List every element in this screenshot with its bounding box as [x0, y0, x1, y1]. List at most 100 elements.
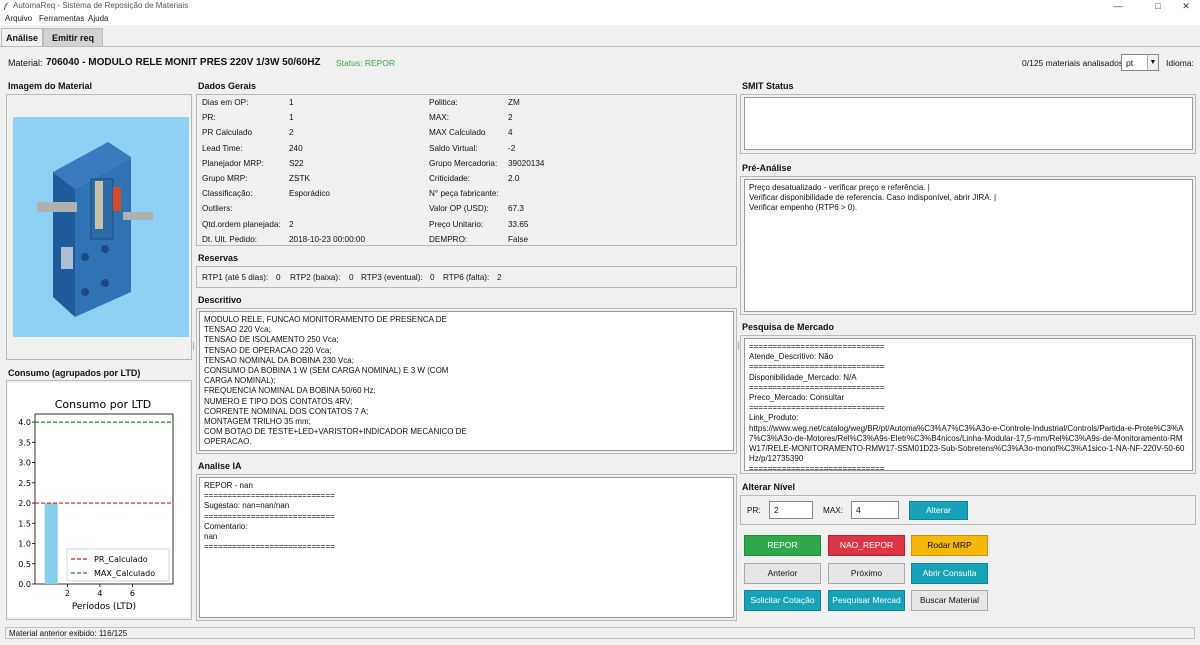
menu-ferramentas[interactable]: Ferramentas	[39, 14, 84, 23]
nao-repor-button[interactable]: NAO_REPOR	[828, 535, 905, 556]
proximo-button[interactable]: Próximo	[828, 563, 905, 584]
maximize-icon[interactable]: □	[1144, 0, 1172, 13]
solicitar-cotacao-button[interactable]: Solicitar Cotação	[744, 590, 821, 611]
ai-section-title: Analise IA	[198, 461, 242, 471]
gen-left-label-6: Classificação:	[202, 189, 253, 199]
gen-left-value-0: 1	[289, 98, 294, 107]
alter-button[interactable]: Alterar	[909, 501, 968, 520]
gen-left-value-5: ZSTK	[289, 174, 310, 183]
image-section-title: Imagem do Material	[8, 81, 93, 91]
chart-xtick-label-1: 4	[97, 589, 102, 598]
pre-analysis-text[interactable]: Preço desatualizado - verificar preço e …	[744, 179, 1193, 312]
gen-left-value-6: Esporádico	[289, 189, 330, 199]
consumption-chart: Consumo por LTD 0.0 0.5 1.0 1.5 2.0 2.5 3.0 3.5…	[8, 383, 190, 617]
gen-right-value-9: False	[508, 234, 529, 244]
gen-left-label-3: Lead Time:	[202, 143, 243, 153]
gen-left-label-2: PR Calculado	[202, 128, 253, 138]
chart-title: Consumo por LTD	[55, 398, 152, 411]
gen-right-label-3: Saldo Virtual:	[429, 143, 478, 153]
gen-right-label-7: Valor OP (USD):	[429, 204, 489, 214]
chart-xtick-label-0: 2	[65, 589, 70, 598]
abrir-consulta-button[interactable]: Abrir Consulta	[911, 563, 988, 584]
relay-module-image	[13, 117, 189, 337]
tab-emitir-req[interactable]: Emitir req	[43, 28, 103, 47]
smit-status-text[interactable]	[744, 97, 1193, 150]
pr-label: PR:	[747, 506, 761, 515]
repor-button[interactable]: REPOR	[744, 535, 821, 556]
menu-arquivo[interactable]: Arquivo	[5, 14, 32, 23]
gen-right-value-8: 33.65	[508, 219, 529, 229]
gen-left-label-0: Dias em OP:	[202, 98, 249, 107]
reserve-rtp3-label: RTP3 (eventual):	[361, 273, 423, 282]
consumption-section-title: Consumo (agrupados por LTD)	[8, 368, 141, 378]
gen-right-value-5: 2.0	[508, 174, 520, 183]
gen-right-label-4: Grupo Mercadoria:	[429, 158, 498, 168]
chevron-down-icon[interactable]: ▼	[1147, 55, 1158, 70]
gen-right-value-7: 67.3	[508, 204, 524, 214]
reserve-rtp1-label: RTP1 (até 5 dias):	[202, 273, 269, 282]
level-frame: PR: 2 MAX: 4 Alterar	[740, 495, 1196, 525]
chart-ytick-label-5: 2.5	[18, 479, 31, 488]
market-research-text[interactable]: ============================= Atende_Des…	[744, 338, 1193, 471]
gen-right-label-6: N° peça fabricante:	[429, 189, 499, 199]
consumption-chart-svg: Consumo por LTD 0.0 0.5 1.0 1.5 2.0 2.5 3.0 3.5…	[18, 398, 174, 612]
chart-ytick-label-4: 2.0	[18, 499, 31, 508]
gen-left-label-9: Dt. Ult. Pedido:	[202, 234, 258, 244]
max-label: MAX:	[823, 506, 844, 515]
pr-input[interactable]: 2	[769, 501, 813, 519]
rodar-mrp-button[interactable]: Rodar MRP	[911, 535, 988, 556]
chart-xtick-label-2: 6	[130, 589, 135, 598]
description-section-title: Descritivo	[198, 295, 242, 305]
gen-left-label-8: Qtd.ordem planejada:	[202, 219, 281, 229]
legend-max-label: MAX_Calculado	[94, 569, 155, 578]
gen-right-value-1: 2	[508, 113, 513, 123]
close-icon[interactable]: ✕	[1172, 0, 1200, 13]
level-section-title: Alterar Nível	[742, 482, 796, 492]
chart-ytick-label-6: 3.0	[18, 459, 31, 468]
pre-analysis-section-title: Pré-Análise	[742, 163, 792, 173]
ai-analysis-text[interactable]: REPOR - nan ============================…	[199, 477, 734, 618]
market-section-title: Pesquisa de Mercado	[742, 322, 835, 332]
general-data-frame: Dias em OP: 1 PR: 1 PR Calculado 2 Lead Time: 2…	[196, 94, 737, 246]
chart-ytick-label-0: 0.0	[18, 580, 31, 589]
description-text[interactable]: MODULO RELE, FUNCAO MONITORAMENTO DE PRE…	[199, 311, 734, 451]
reserve-rtp1-value: 0	[276, 273, 281, 282]
tab-divider	[0, 46, 1200, 47]
pesquisar-mercado-button[interactable]: Pesquisar Mercad	[828, 590, 905, 611]
gen-left-value-4: S22	[289, 158, 304, 168]
gen-left-value-1: 1	[289, 113, 294, 123]
gen-right-value-4: 39020134	[508, 158, 545, 168]
gen-right-label-5: Criticidade:	[429, 174, 470, 183]
progress-counter: 0/125 materiais analisados	[1022, 58, 1124, 68]
chart-ytick-label-3: 1.5	[18, 519, 31, 528]
anterior-button[interactable]: Anterior	[744, 563, 821, 584]
reserves-section-title: Reservas	[198, 253, 239, 263]
smit-section-title: SMIT Status	[742, 81, 794, 91]
chart-ytick-label-1: 0.5	[18, 560, 31, 569]
minimize-icon[interactable]: —	[1104, 0, 1132, 13]
status-bar: Material anterior exibido: 116/125	[5, 627, 1195, 639]
chart-xlabel: Períodos (LTD)	[72, 602, 136, 612]
buscar-material-button[interactable]: Buscar Material	[911, 590, 988, 611]
window-title: AutomaReq - Sistema de Reposição de Mate…	[13, 1, 189, 10]
gen-left-value-2: 2	[289, 128, 294, 138]
chart-bar-0	[44, 503, 58, 584]
gen-right-value-2: 4	[508, 128, 513, 138]
chart-ytick-label-7: 3.5	[18, 438, 31, 447]
reserve-rtp2-label: RTP2 (baixa):	[290, 273, 341, 282]
status-badge: Status: REPOR	[336, 58, 396, 68]
language-label: Idioma:	[1166, 58, 1194, 68]
max-input[interactable]: 4	[851, 501, 899, 519]
gen-right-label-9: DEMPRO:	[429, 234, 468, 244]
gen-right-label-0: Politica:	[429, 98, 458, 107]
chart-legend: PR_Calculado MAX_Calculado	[66, 548, 170, 582]
chart-ytick-label-2: 1.0	[18, 540, 31, 549]
title-bar: AutomaReq - Sistema de Reposição de Mate…	[0, 0, 1200, 13]
material-label: Material:	[8, 58, 43, 68]
menu-ajuda[interactable]: Ajuda	[88, 14, 108, 23]
gen-right-value-0: ZM	[508, 98, 520, 107]
gen-left-value-9: 2018-10-23 00:00:00	[289, 234, 366, 244]
reserve-rtp6-label: RTP6 (falta):	[443, 273, 490, 282]
gen-right-label-2: MAX Calculado	[429, 128, 486, 138]
tab-analise[interactable]: Análise	[1, 28, 43, 47]
